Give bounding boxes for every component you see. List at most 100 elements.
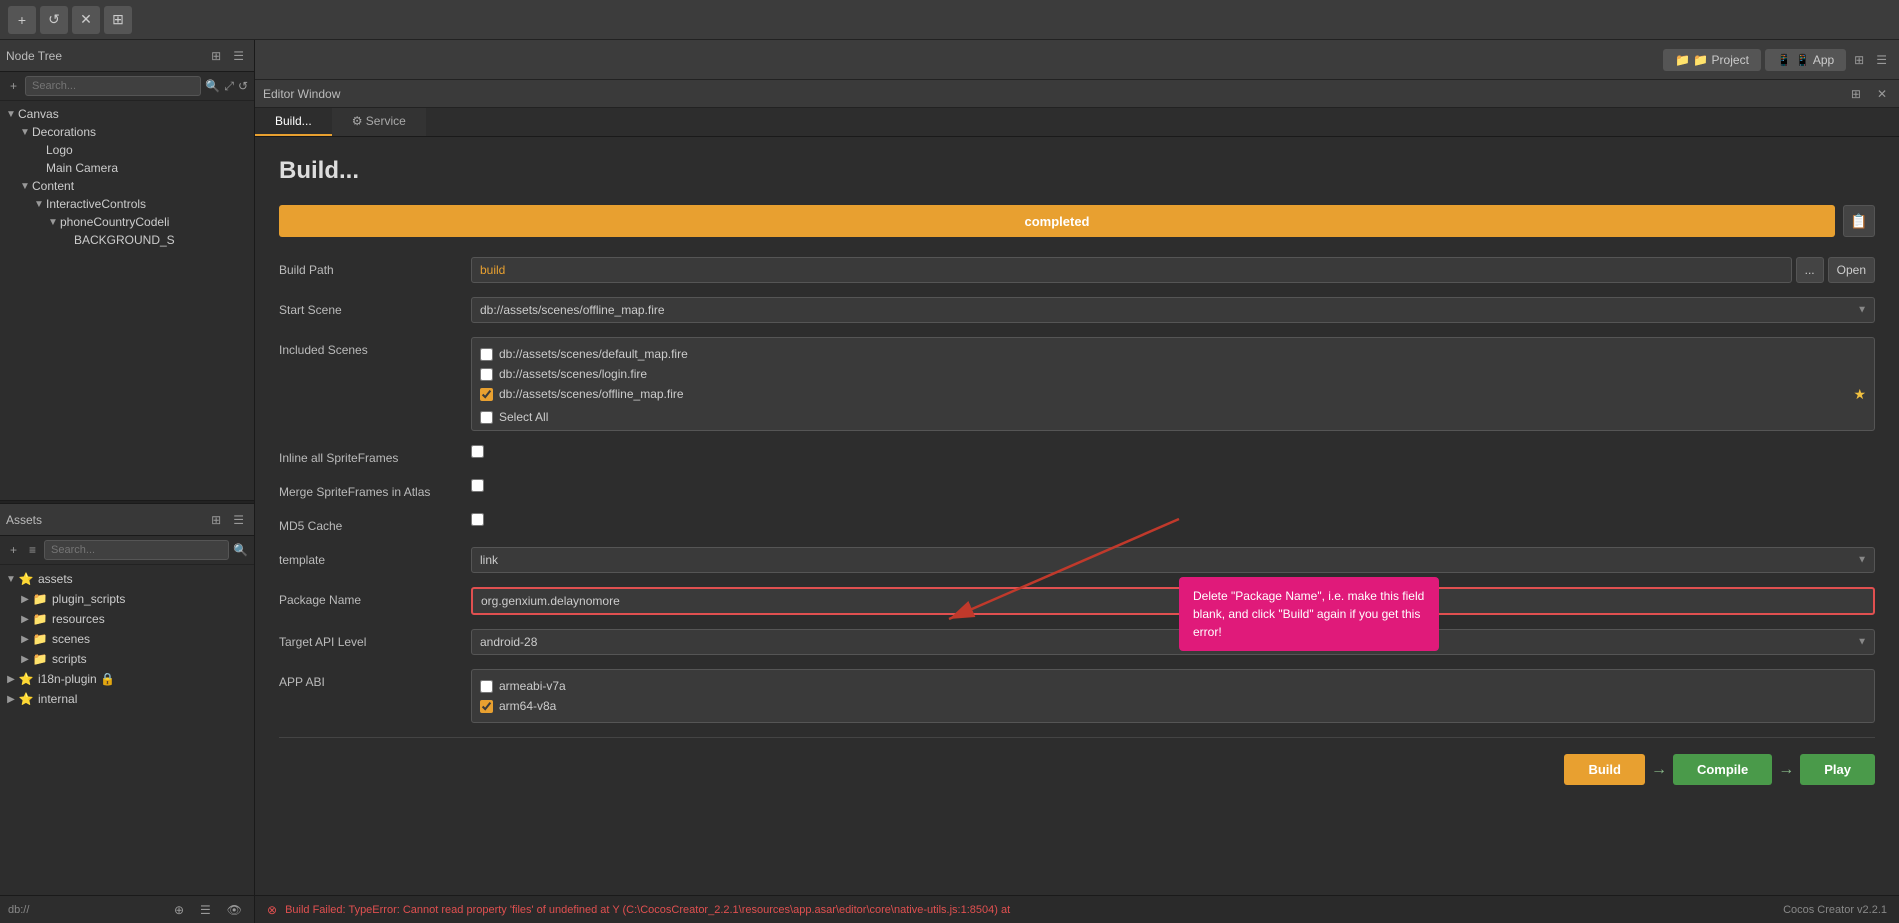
assets-sort-btn[interactable]: ≡ [25, 541, 40, 559]
assets-expand-btn[interactable]: ⊞ [207, 511, 225, 529]
abi-checkbox-v8a[interactable] [480, 700, 493, 713]
node-tree-search-btn[interactable]: 🔍 [205, 79, 220, 93]
tree-item-logo[interactable]: Logo [0, 141, 254, 159]
build-panel: Build... completed 📋 Build Path ... [255, 137, 1899, 895]
status-bar-left: db:// ⊕ ☰ 👁 [0, 895, 254, 923]
main-layout: Node Tree ⊞ ☰ + 🔍 ⤢ ↺ ▼ Canvas ▼ Decorat… [0, 40, 1899, 923]
scene-checkbox-default[interactable] [480, 348, 493, 361]
node-tree-menu-btn[interactable]: ☰ [229, 47, 248, 65]
tree-item-main-camera[interactable]: Main Camera [0, 159, 254, 177]
target-api-control: android-28 ▼ [471, 629, 1875, 655]
error-text: Build Failed: TypeError: Cannot read pro… [285, 904, 1010, 916]
build-path-input[interactable] [471, 257, 1792, 283]
status-btn2[interactable]: ☰ [196, 901, 215, 919]
select-all-checkbox[interactable] [480, 411, 493, 424]
scene-label-login: db://assets/scenes/login.fire [499, 367, 647, 381]
assets-root-arrow: ▼ [4, 572, 18, 586]
i18n-arrow: ▶ [4, 672, 18, 686]
assets-search-input[interactable] [44, 540, 229, 560]
assets-header: Assets ⊞ ☰ [0, 504, 254, 536]
tree-item-decorations[interactable]: ▼ Decorations [0, 123, 254, 141]
close-button[interactable]: ✕ [72, 6, 100, 34]
status-btn1[interactable]: ⊕ [170, 901, 188, 919]
md5-cache-checkbox[interactable] [471, 513, 484, 526]
app-abi-list: armeabi-v7a arm64-v8a [471, 669, 1875, 723]
assets-search-btn[interactable]: 🔍 [233, 543, 248, 557]
scripts-label: scripts [52, 652, 87, 666]
tree-item-interactive-controls[interactable]: ▼ InteractiveControls [0, 195, 254, 213]
node-tree-expand2-btn[interactable]: ⤢ [224, 79, 234, 94]
tab-app-btn[interactable]: 📱 📱 App [1765, 49, 1846, 71]
right-panel-menu[interactable]: ☰ [1872, 51, 1891, 69]
select-all-label: Select All [499, 410, 548, 424]
build-path-open-btn[interactable]: Open [1828, 257, 1875, 283]
tree-item-content[interactable]: ▼ Content [0, 177, 254, 195]
scenes-arrow: ▶ [18, 632, 32, 646]
scene-checkbox-offline[interactable] [480, 388, 493, 401]
merge-spriteframes-label: Merge SpriteFrames in Atlas [279, 479, 459, 499]
scene-row-offline: db://assets/scenes/offline_map.fire ★ [480, 384, 1866, 404]
play-button[interactable]: Play [1800, 754, 1875, 785]
form-row-start-scene: Start Scene db://assets/scenes/offline_m… [279, 297, 1875, 323]
asset-item-assets[interactable]: ▼ ⭐ assets [0, 569, 254, 589]
node-tree-area: ▼ Canvas ▼ Decorations Logo Main Camera … [0, 101, 254, 500]
progress-copy-btn[interactable]: 📋 [1843, 205, 1875, 237]
start-scene-select-wrap: db://assets/scenes/offline_map.fire ▼ [471, 297, 1875, 323]
assets-add-btn[interactable]: + [6, 541, 21, 559]
build-button[interactable]: Build [1564, 754, 1645, 785]
tab-service[interactable]: ⚙ Service [332, 108, 426, 136]
plugin-scripts-icon: 📁 [32, 591, 48, 607]
asset-item-i18n[interactable]: ▶ ⭐ i18n-plugin 🔒 [0, 669, 254, 689]
tree-item-background[interactable]: BACKGROUND_S [0, 231, 254, 249]
node-tree-expand-btn[interactable]: ⊞ [207, 47, 225, 65]
tab-service-label: ⚙ Service [352, 114, 406, 128]
node-tree-search-input[interactable] [25, 76, 201, 96]
interactive-controls-arrow: ▼ [32, 197, 46, 211]
inline-spriteframes-checkbox[interactable] [471, 445, 484, 458]
node-tree-add-btn[interactable]: + [6, 77, 21, 95]
grid-button[interactable]: ⊞ [104, 6, 132, 34]
node-tree-refresh-btn[interactable]: ↺ [238, 79, 248, 93]
compile-button[interactable]: Compile [1673, 754, 1772, 785]
main-camera-arrow [32, 161, 46, 175]
add-button[interactable]: + [8, 6, 36, 34]
editor-win-expand[interactable]: ⊞ [1847, 85, 1865, 103]
asset-item-internal[interactable]: ▶ ⭐ internal [0, 689, 254, 709]
status-btn3[interactable]: 👁 [223, 901, 246, 919]
asset-item-resources[interactable]: ▶ 📁 resources [0, 609, 254, 629]
editor-win-close[interactable]: ✕ [1873, 85, 1891, 103]
abi-item-v8a: arm64-v8a [480, 696, 1866, 716]
form-row-inline-spriteframes: Inline all SpriteFrames [279, 445, 1875, 465]
asset-item-scripts[interactable]: ▶ 📁 scripts [0, 649, 254, 669]
project-tab-label: 📁 Project [1693, 53, 1749, 67]
tab-build[interactable]: Build... [255, 108, 332, 136]
content-arrow: ▼ [18, 179, 32, 193]
abi-checkbox-v7a[interactable] [480, 680, 493, 693]
target-api-select[interactable]: android-28 [471, 629, 1875, 655]
status-path: db:// [8, 904, 29, 916]
refresh-button[interactable]: ↺ [40, 6, 68, 34]
tab-project-btn[interactable]: 📁 📁 Project [1663, 49, 1761, 71]
scene-checkbox-login[interactable] [480, 368, 493, 381]
right-panel-expand[interactable]: ⊞ [1850, 51, 1868, 69]
logo-arrow [32, 143, 46, 157]
merge-spriteframes-checkbox[interactable] [471, 479, 484, 492]
scene-item-default: db://assets/scenes/default_map.fire [480, 344, 688, 364]
interactive-controls-label: InteractiveControls [46, 197, 146, 211]
build-path-control: ... Open [471, 257, 1875, 283]
right-panel-tabs: 📁 📁 Project 📱 📱 App ⊞ ☰ [255, 40, 1899, 80]
progress-bar: completed [279, 205, 1835, 237]
start-scene-select[interactable]: db://assets/scenes/offline_map.fire [471, 297, 1875, 323]
app-tab-icon: 📱 [1777, 53, 1792, 67]
build-path-dots-btn[interactable]: ... [1796, 257, 1824, 283]
internal-arrow: ▶ [4, 692, 18, 706]
app-tab-label: 📱 App [1795, 53, 1834, 67]
assets-menu-btn[interactable]: ☰ [229, 511, 248, 529]
tree-item-phone-country[interactable]: ▼ phoneCountryCodeli [0, 213, 254, 231]
assets-panel: Assets ⊞ ☰ + ≡ 🔍 ▼ ⭐ assets ▶ [0, 504, 254, 895]
tree-item-canvas[interactable]: ▼ Canvas [0, 105, 254, 123]
build-path-input-group: ... Open [471, 257, 1875, 283]
asset-item-plugin-scripts[interactable]: ▶ 📁 plugin_scripts [0, 589, 254, 609]
canvas-label: Canvas [18, 107, 59, 121]
asset-item-scenes[interactable]: ▶ 📁 scenes [0, 629, 254, 649]
